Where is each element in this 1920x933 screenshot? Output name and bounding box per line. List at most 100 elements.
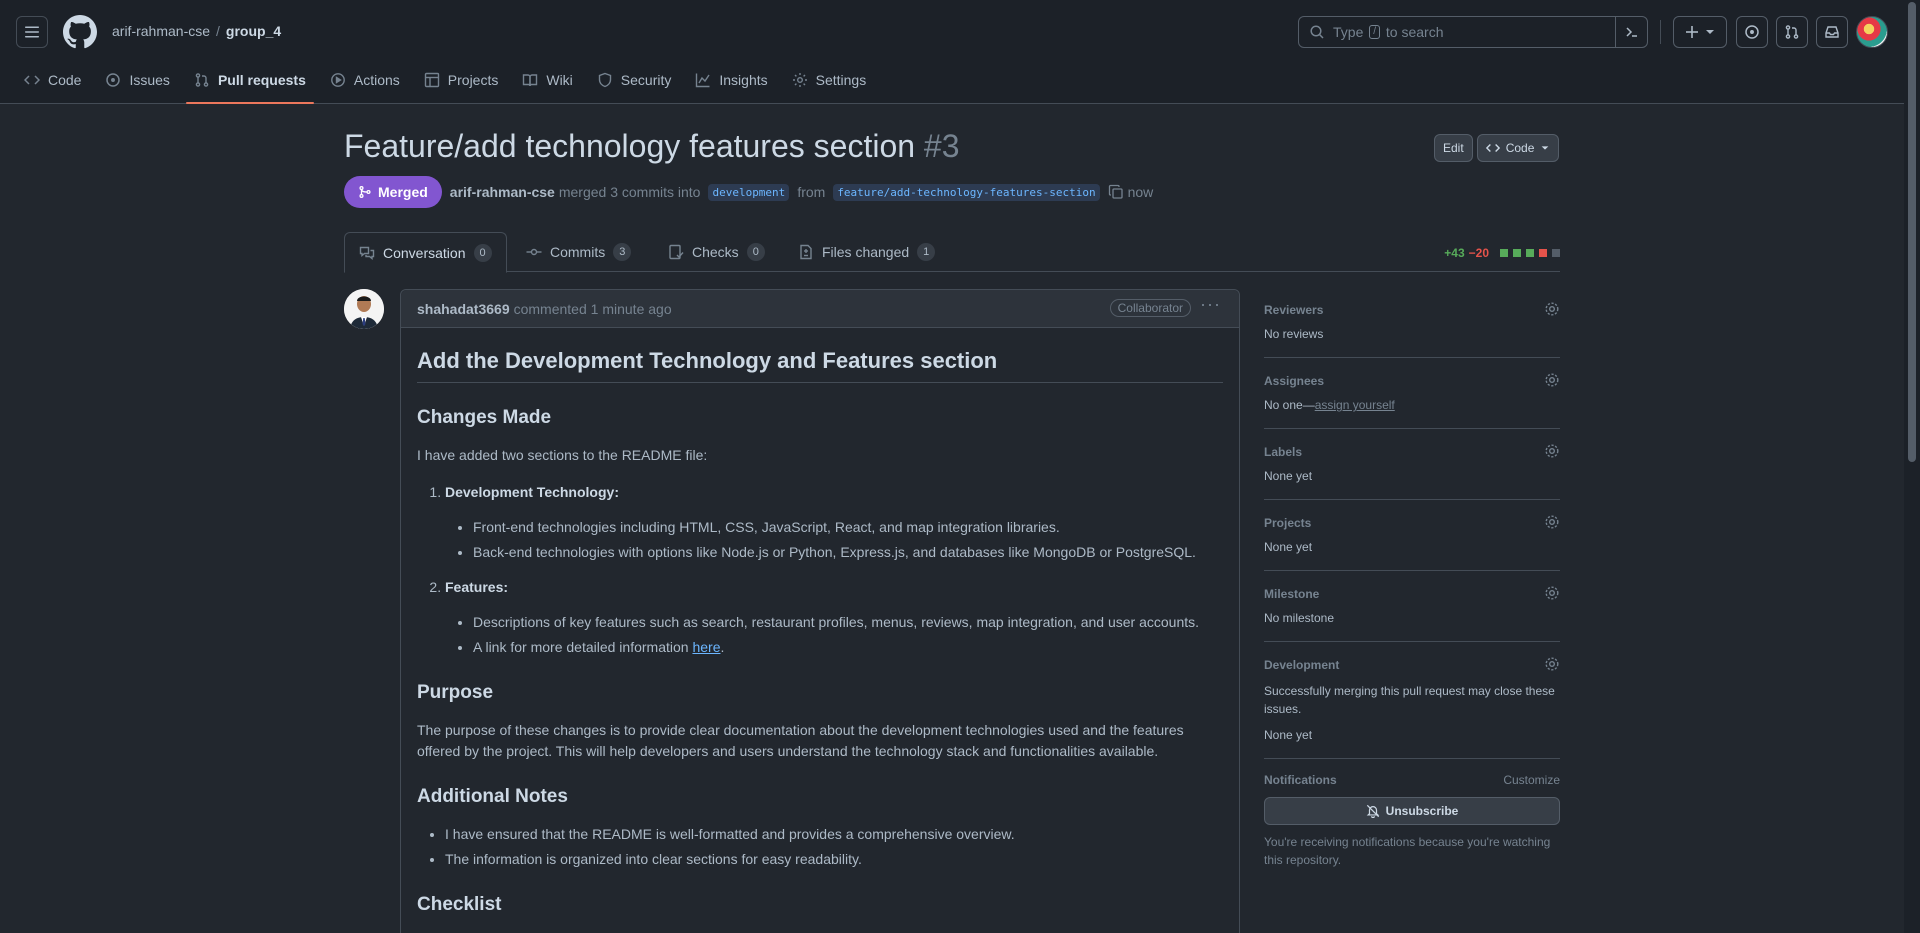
comment-heading: Add the Development Technology and Featu… [417,328,1223,383]
pr-author-link[interactable]: arif-rahman-cse [450,184,555,200]
item1-title: Development Technology: [445,484,619,500]
tab-projects[interactable]: Projects [416,64,507,96]
diffstat-block [1552,249,1560,257]
gear-icon[interactable] [1544,372,1560,388]
tab-commits[interactable]: Commits 3 [512,232,645,272]
development-value: None yet [1264,728,1313,742]
tab-files-changed[interactable]: Files changed 1 [784,232,949,272]
issue-opened-icon [106,73,121,87]
git-merge-icon [359,186,371,198]
owner-link[interactable]: arif-rahman-cse [112,23,210,39]
labels-label[interactable]: Labels [1264,445,1560,459]
tab-insights[interactable]: Insights [687,64,775,96]
development-label[interactable]: Development [1264,658,1560,672]
user-avatar[interactable] [1856,16,1888,48]
diffstat-deletions: −20 [1468,246,1489,260]
comment-author-link[interactable]: shahadat3669 [417,301,510,317]
notes-heading: Additional Notes [417,786,568,807]
repo-nav: Code Issues Pull requests Actions Projec… [16,64,882,104]
search-placeholder-prefix: Type [1333,24,1364,40]
purpose-text: The purpose of these changes is to provi… [417,722,1184,759]
list-item: Back-end technologies with options like … [473,542,1223,563]
status-badge-label: Merged [378,184,428,200]
repo-link[interactable]: group_4 [226,23,281,39]
list-item: Descriptions of key features such as sea… [473,612,1223,633]
commenter-avatar[interactable] [344,289,384,329]
tab-projects-label: Projects [447,72,499,88]
tab-issues[interactable]: Issues [97,64,177,96]
search-shortcut-key: / [1369,25,1381,39]
projects-section: Projects None yet [1264,500,1560,571]
gear-icon[interactable] [1544,301,1560,317]
code-icon [24,75,40,85]
copy-icon[interactable] [1108,184,1124,200]
notifications-section: Notifications Customize Unsubscribe You'… [1264,759,1560,869]
inbox-button[interactable] [1816,16,1848,48]
tab-code[interactable]: Code [16,64,89,96]
pr-title-text: Feature/add technology features section [344,128,916,164]
pull-requests-button[interactable] [1776,16,1808,48]
tab-issues-label: Issues [129,72,170,88]
merged-text: merged 3 commits into [558,184,701,200]
customize-link[interactable]: Customize [1503,773,1560,787]
tab-conversation[interactable]: Conversation 0 [344,232,507,273]
pr-tabs: Conversation 0 Commits 3 Checks 0 Files … [344,232,1560,273]
graph-icon [696,73,710,88]
search-input[interactable]: Type / to search [1298,16,1648,48]
github-logo-icon[interactable] [63,15,97,49]
assignees-label[interactable]: Assignees [1264,374,1560,388]
notes-list: I have ensured that the README is well-f… [417,824,1223,870]
projects-label[interactable]: Projects [1264,516,1560,530]
issues-button[interactable] [1736,16,1768,48]
pr-title: Feature/add technology features section … [344,128,960,165]
pr-sidebar: Reviewers No reviews Assignees No one—as… [1264,289,1560,869]
scrollbar[interactable] [1904,0,1920,933]
assign-yourself-link[interactable]: assign yourself [1315,398,1395,412]
gear-icon[interactable] [1544,443,1560,459]
milestone-label[interactable]: Milestone [1264,587,1560,601]
code-dropdown-button[interactable]: Code [1476,134,1560,162]
tab-conversation-count: 0 [473,243,492,262]
file-diff-icon [800,244,812,260]
milestone-value: No milestone [1264,611,1335,625]
tab-wiki-label: Wiki [546,72,573,88]
edit-button-label: Edit [1443,141,1464,155]
head-branch[interactable]: feature/add-technology-features-section [833,183,1100,201]
merge-time: now [1127,184,1154,200]
command-palette-button[interactable] [1615,17,1647,47]
plus-icon [1686,26,1698,38]
kebab-horizontal-icon[interactable]: ··· [1200,294,1221,315]
development-section: Development Successfully merging this pu… [1264,642,1560,759]
assignees-none: No one— [1264,398,1315,412]
git-commit-icon [526,248,542,256]
diffstat-block [1526,249,1534,257]
tab-pull-requests-label: Pull requests [217,72,306,88]
base-branch[interactable]: development [708,183,790,201]
gear-icon[interactable] [1544,656,1560,672]
projects-value: None yet [1264,540,1313,554]
unsubscribe-button[interactable]: Unsubscribe [1264,797,1560,825]
purpose-heading: Purpose [417,682,494,703]
breadcrumb: arif-rahman-cse / group_4 [112,23,281,39]
comment-time[interactable]: 1 minute ago [591,301,672,317]
gear-icon[interactable] [1544,514,1560,530]
development-text: Successfully merging this pull request m… [1264,684,1555,716]
menu-button[interactable] [16,16,48,48]
reviewers-label[interactable]: Reviewers [1264,303,1560,317]
scrollbar-thumb[interactable] [1908,2,1916,462]
tab-actions-label: Actions [353,72,400,88]
tab-wiki[interactable]: Wiki [514,64,580,96]
tab-checks[interactable]: Checks 0 [654,232,779,272]
breadcrumb-separator: / [216,23,220,39]
tab-security[interactable]: Security [589,64,680,96]
tab-actions[interactable]: Actions [322,64,408,96]
here-link[interactable]: here [692,639,720,655]
tab-settings[interactable]: Settings [784,64,875,96]
gear-icon[interactable] [1544,585,1560,601]
create-new-button[interactable] [1673,16,1727,48]
edit-button[interactable]: Edit [1434,134,1473,162]
notifications-label: Notifications [1264,773,1337,787]
tab-pull-requests[interactable]: Pull requests [185,64,314,104]
comment-discussion-icon [359,246,375,260]
code-button-label: Code [1505,141,1535,155]
